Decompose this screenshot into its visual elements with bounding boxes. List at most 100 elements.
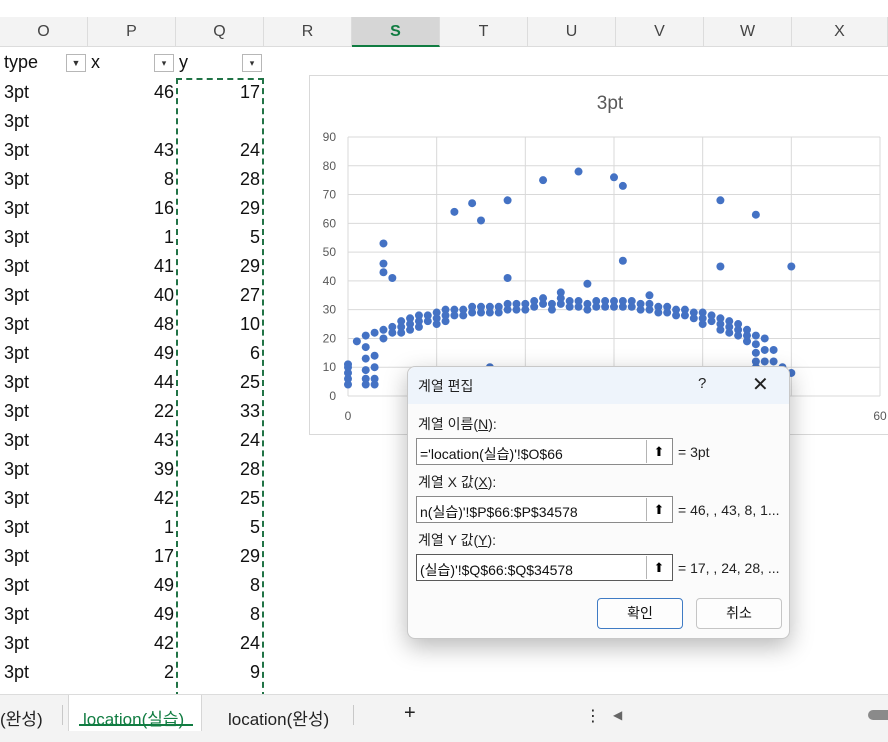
column-header-r[interactable]: R	[264, 17, 352, 47]
cell-type[interactable]: 3pt	[4, 488, 29, 509]
cell-x[interactable]: 17	[88, 546, 174, 567]
cell-x[interactable]: 42	[88, 633, 174, 654]
more-options-icon[interactable]: ⋮	[585, 706, 601, 726]
data-point	[725, 328, 734, 337]
collapse-dialog-icon[interactable]: ⬆	[646, 440, 671, 463]
data-point	[468, 308, 477, 317]
cell-type[interactable]: 3pt	[4, 169, 29, 190]
cell-type[interactable]: 3pt	[4, 662, 29, 683]
column-header-s[interactable]: S	[352, 17, 440, 47]
data-point	[743, 337, 751, 346]
data-point	[565, 302, 574, 311]
data-point	[654, 308, 663, 317]
column-header-p[interactable]: P	[88, 17, 176, 47]
column-header-o[interactable]: O	[0, 17, 88, 47]
horizontal-scrollbar-thumb[interactable]	[868, 710, 888, 720]
column-header-u[interactable]: U	[528, 17, 616, 47]
data-point	[361, 380, 370, 389]
data-point	[592, 302, 601, 311]
header-type[interactable]: type	[4, 52, 38, 73]
cell-type[interactable]: 3pt	[4, 111, 29, 132]
collapse-dialog-icon[interactable]: ⬆	[646, 556, 671, 579]
cancel-button[interactable]: 취소	[696, 598, 782, 629]
cell-type[interactable]: 3pt	[4, 343, 29, 364]
data-point	[760, 345, 769, 354]
cell-type[interactable]: 3pt	[4, 546, 29, 567]
sheet-tab-active[interactable]: location(실습)	[83, 705, 184, 730]
column-header-w[interactable]: W	[704, 17, 792, 47]
cell-x[interactable]: 43	[88, 430, 174, 451]
cell-x[interactable]: 43	[88, 140, 174, 161]
data-point	[574, 302, 583, 311]
cell-type[interactable]: 3pt	[4, 314, 29, 335]
cell-x[interactable]: 46	[88, 82, 174, 103]
column-header-x[interactable]: X	[792, 17, 888, 47]
cell-x[interactable]: 49	[88, 604, 174, 625]
cell-type[interactable]: 3pt	[4, 372, 29, 393]
cell-x[interactable]: 2	[88, 662, 174, 683]
add-sheet-icon[interactable]: +	[404, 702, 416, 725]
cell-x[interactable]: 42	[88, 488, 174, 509]
data-point	[636, 305, 645, 314]
filter-dropdown-icon[interactable]: ▾	[242, 54, 262, 72]
cell-type[interactable]: 3pt	[4, 227, 29, 248]
series-name-label: 계열 이름(N):	[418, 416, 497, 432]
scroll-left-icon[interactable]: ◀	[613, 708, 622, 722]
data-point	[530, 302, 539, 311]
x-tick-label: 60	[873, 409, 887, 423]
header-x[interactable]: x	[91, 52, 100, 73]
cell-type[interactable]: 3pt	[4, 285, 29, 306]
data-point	[468, 199, 477, 208]
cell-type[interactable]: 3pt	[4, 256, 29, 277]
filter-active-icon[interactable]: ▼	[66, 54, 86, 72]
cell-x[interactable]: 41	[88, 256, 174, 277]
help-icon[interactable]: ?	[698, 375, 706, 392]
column-header-q[interactable]: Q	[176, 17, 264, 47]
cell-type[interactable]: 3pt	[4, 575, 29, 596]
cell-type[interactable]: 3pt	[4, 517, 29, 538]
cell-x[interactable]: 39	[88, 459, 174, 480]
series-name-field[interactable]: ='location(실습)'!$O$66 ⬆	[416, 438, 673, 465]
cell-type[interactable]: 3pt	[4, 459, 29, 480]
cell-x[interactable]: 22	[88, 401, 174, 422]
cell-x[interactable]: 44	[88, 372, 174, 393]
sheet-tab-next[interactable]: location(완성)	[228, 705, 329, 730]
cell-type[interactable]: 3pt	[4, 140, 29, 161]
series-y-value: (실습)'!$Q$66:$Q$34578	[420, 562, 573, 578]
cell-x[interactable]: 16	[88, 198, 174, 219]
column-header-v[interactable]: V	[616, 17, 704, 47]
y-tick-label: 30	[323, 303, 337, 317]
cell-type[interactable]: 3pt	[4, 198, 29, 219]
cell-x[interactable]: 49	[88, 575, 174, 596]
cell-x[interactable]: 40	[88, 285, 174, 306]
close-icon[interactable]: ✕	[752, 372, 769, 397]
sheet-tab-partial[interactable]: (완성)	[0, 705, 43, 730]
cell-type[interactable]: 3pt	[4, 604, 29, 625]
cell-x[interactable]: 1	[88, 227, 174, 248]
cell-type[interactable]: 3pt	[4, 401, 29, 422]
cell-x[interactable]: 48	[88, 314, 174, 335]
copy-selection-border	[176, 78, 264, 698]
data-point	[556, 288, 565, 297]
cell-type[interactable]: 3pt	[4, 82, 29, 103]
header-y[interactable]: y	[179, 52, 188, 73]
series-y-field[interactable]: (실습)'!$Q$66:$Q$34578 ⬆	[416, 554, 673, 581]
column-header-t[interactable]: T	[440, 17, 528, 47]
data-point	[414, 322, 423, 331]
collapse-dialog-icon[interactable]: ⬆	[646, 498, 671, 521]
data-point	[379, 268, 388, 277]
ok-button[interactable]: 확인	[597, 598, 683, 629]
cell-type[interactable]: 3pt	[4, 633, 29, 654]
data-point	[547, 305, 556, 314]
cell-type[interactable]: 3pt	[4, 430, 29, 451]
dialog-titlebar[interactable]: 계열 편집 ? ✕	[408, 367, 789, 404]
cell-x[interactable]: 8	[88, 169, 174, 190]
cell-x[interactable]: 49	[88, 343, 174, 364]
cell-x[interactable]: 1	[88, 517, 174, 538]
data-point	[388, 328, 397, 337]
filter-dropdown-icon[interactable]: ▾	[154, 54, 174, 72]
series-name-preview: = 3pt	[678, 444, 710, 460]
data-point	[583, 305, 592, 314]
series-x-field[interactable]: n(실습)'!$P$66:$P$34578 ⬆	[416, 496, 673, 523]
data-point	[618, 302, 627, 311]
